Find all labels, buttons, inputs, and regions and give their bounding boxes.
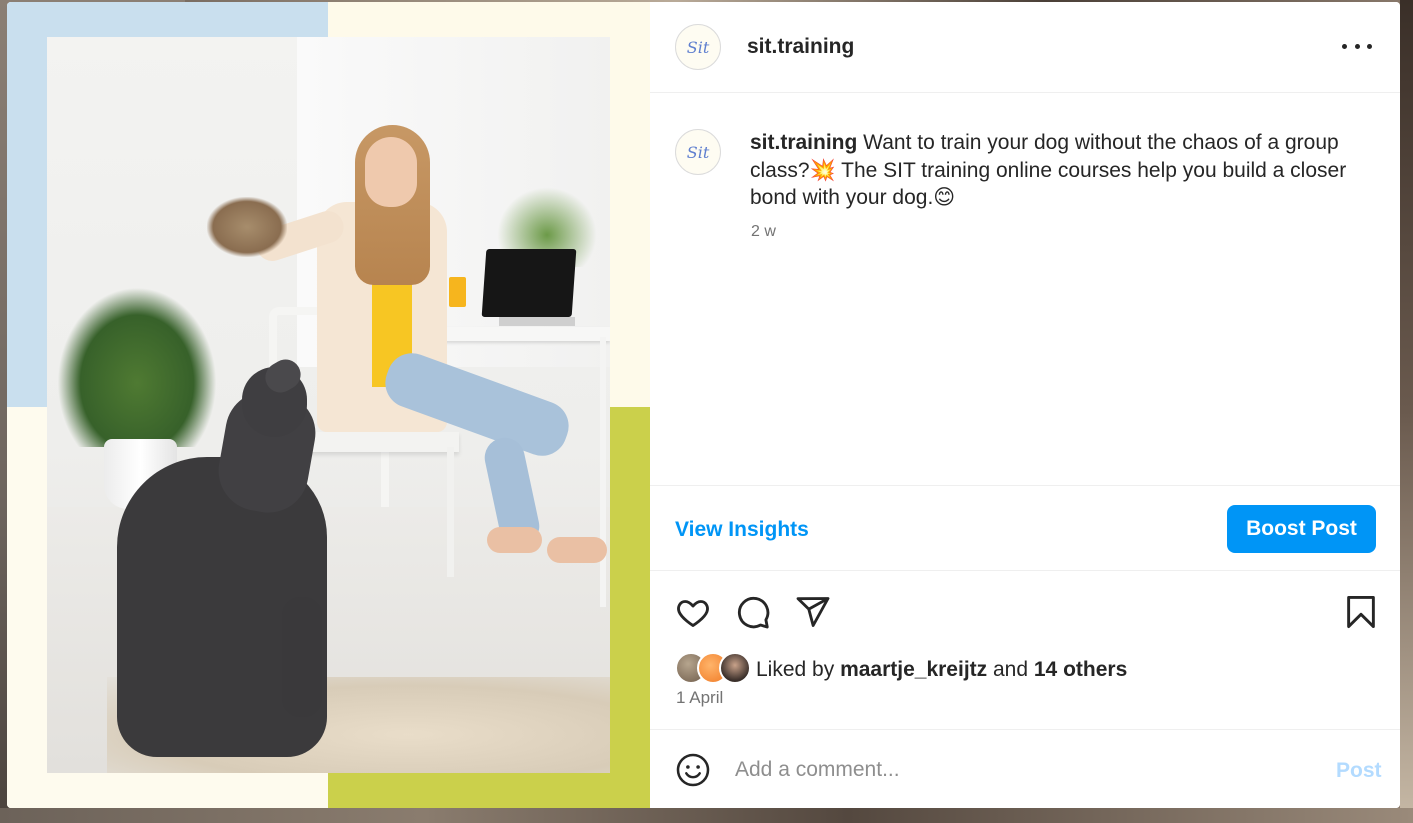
likes-others-link[interactable]: 14 others [1034,658,1127,681]
photo-plant [57,287,217,447]
heart-icon[interactable] [675,594,711,630]
likes-and: and [987,658,1034,681]
post-modal: Sit sit.training Sit sit.training Want t… [7,2,1400,808]
comment-icon[interactable] [735,594,771,630]
likes-summary: Liked by maartje_kreijtz and 14 others [756,658,1127,682]
smiley-icon[interactable] [675,752,711,788]
photo-juice [449,277,466,307]
background-blur [1400,0,1413,823]
view-insights-link[interactable]: View Insights [675,518,809,542]
photo-woman-foot [487,527,542,553]
caption-username[interactable]: sit.training [750,131,857,154]
post-date: 1 April [676,688,724,707]
post-username[interactable]: sit.training [747,35,854,59]
photo-dog-toy [207,197,287,257]
photo-woman-face [365,137,417,207]
insights-bar: View Insights Boost Post [650,485,1400,571]
photo-laptop-base [499,317,575,326]
likes-prefix: Liked by [756,658,841,681]
comment-input[interactable] [735,754,1295,786]
background-blur [0,808,1413,823]
photo-chair-leg [447,447,454,577]
photo-laptop [481,249,577,317]
comment-bar: Post [650,729,1400,808]
photo-woman-with-dog [47,37,610,773]
post-comment-button[interactable]: Post [1336,759,1382,783]
avatar [719,652,751,684]
photo-woman-foot [547,537,607,563]
post-image [7,2,650,808]
liker-username[interactable]: maartje_kreijtz [840,658,987,681]
caption-area: Sit sit.training Want to train your dog … [650,93,1400,485]
photo-table-leg [600,337,606,607]
photo-dog-leg [282,597,322,717]
avatar[interactable]: Sit [675,129,721,175]
paper-plane-icon[interactable] [795,594,831,630]
more-options-icon[interactable] [1342,34,1372,58]
post-sidebar: Sit sit.training Sit sit.training Want t… [650,2,1400,808]
action-section: Liked by maartje_kreijtz and 14 others 1… [650,572,1400,732]
post-age: 2 w [751,223,776,240]
avatar[interactable]: Sit [675,24,721,70]
post-caption: sit.training Want to train your dog with… [750,129,1370,212]
boost-post-button[interactable]: Boost Post [1227,505,1376,553]
post-header: Sit sit.training [650,2,1400,93]
bookmark-icon[interactable] [1345,594,1377,630]
